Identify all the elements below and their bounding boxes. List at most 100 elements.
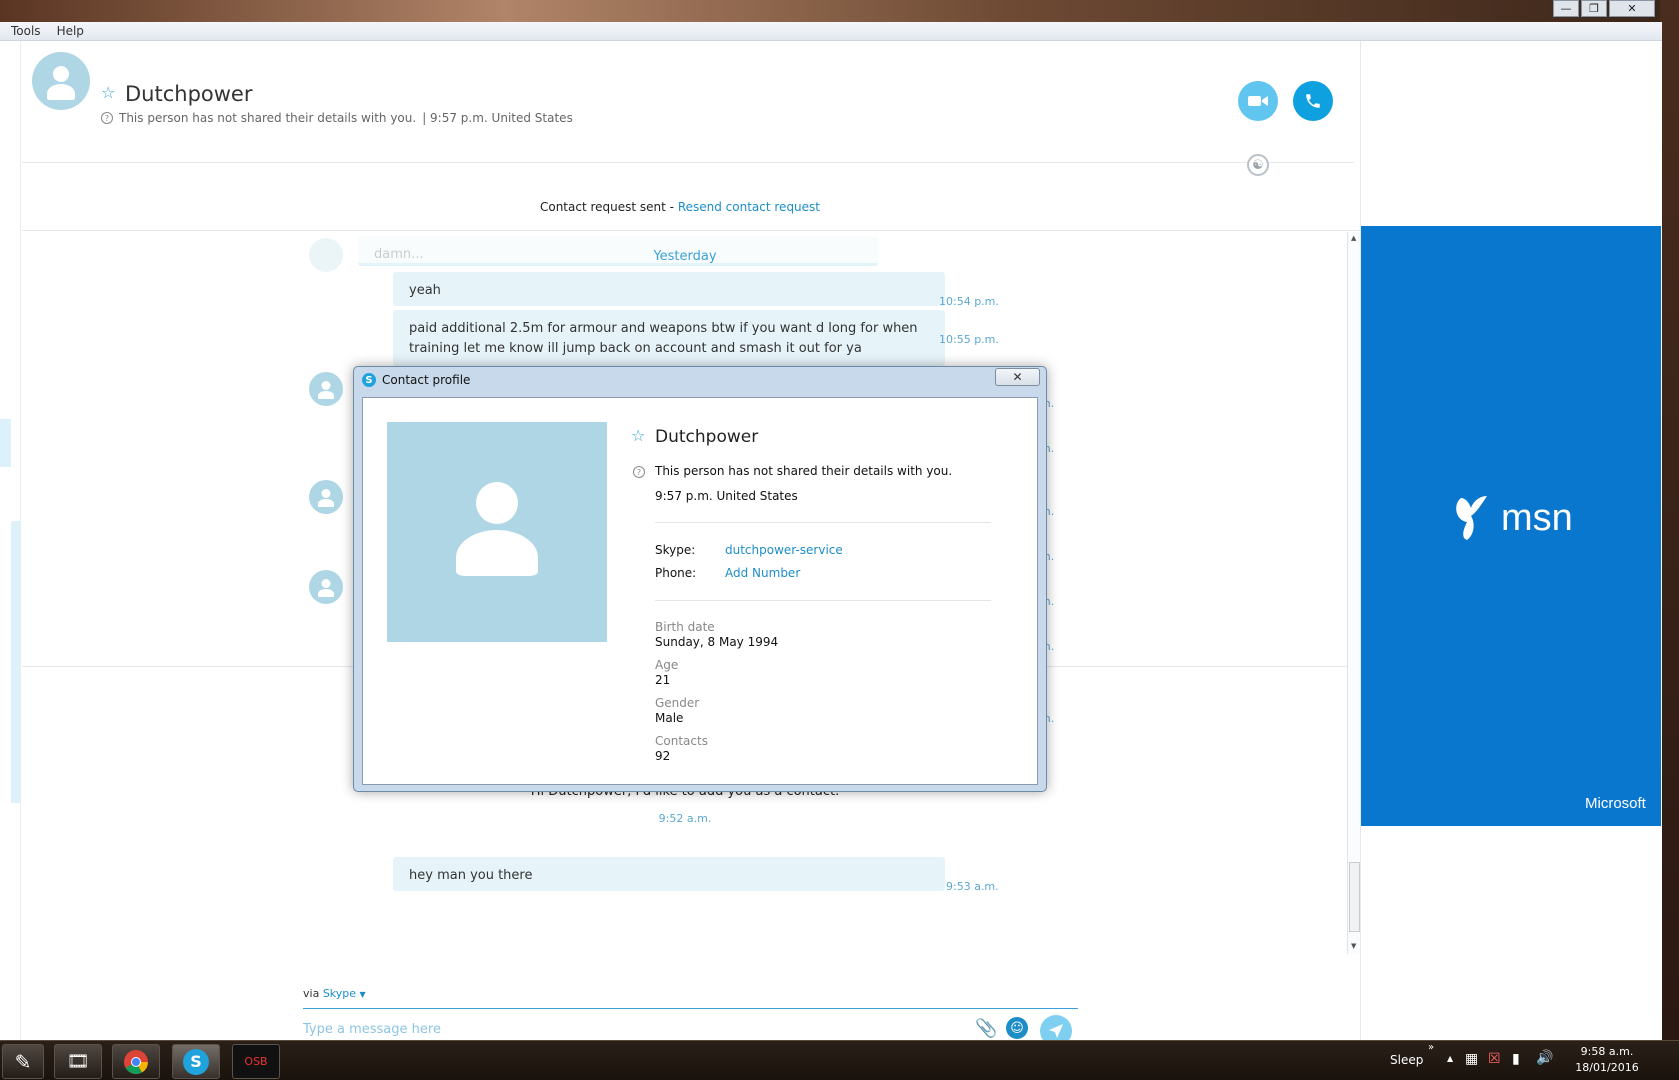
message-avatar[interactable] [309,570,343,604]
contact-avatar[interactable] [32,52,90,110]
emoticon-icon[interactable]: ☺ [1006,1017,1028,1039]
add-number-link[interactable]: Add Number [725,566,800,580]
desktop-background-right [1660,0,1679,1040]
message-input[interactable]: Type a message here [303,1022,441,1037]
msn-wordmark: msn [1501,496,1573,539]
power-icon[interactable]: ▮ [1512,1051,1520,1067]
via-service[interactable]: Skype [323,987,356,1000]
birth-date-label: Birth date [655,620,715,634]
media-icon: 🎞 [66,1051,90,1072]
dialog-body: ☆ Dutchpower ? This person has not share… [362,397,1038,785]
profile-name: Dutchpower [655,427,759,447]
close-window-button[interactable]: ✕ [1609,0,1655,17]
chrome-icon [124,1049,148,1074]
taskbar: ✎ 🎞 S OSB Sleep » ▲ ▦ ☒ ▮ 🔊 9:58 a.m. 18… [0,1040,1679,1080]
send-via-selector[interactable]: via Skype ▼ [303,987,366,1000]
section-divider [655,600,991,601]
restore-button[interactable]: ❐ [1581,0,1607,17]
age-value: 21 [655,673,671,687]
via-label: via [303,987,323,1000]
contact-name[interactable]: Dutchpower [125,82,252,106]
taskbar-app-chrome[interactable] [112,1044,160,1079]
scroll-thumb[interactable] [1349,862,1360,932]
attach-icon[interactable]: 📎 [975,1018,997,1039]
sidebar-scroll-highlight [11,521,20,803]
network-icon[interactable]: ☒ [1488,1051,1501,1067]
scroll-up-arrow[interactable]: ▲ [1351,234,1356,242]
section-divider [655,522,991,523]
dialog-title: Contact profile [382,373,471,387]
start-icon: ✎ [14,1049,32,1074]
star-icon[interactable]: ☆ [631,426,645,445]
age-label: Age [655,658,679,672]
person-icon [387,422,607,642]
menu-bar: Tools Help [0,22,1662,41]
contact-status: This person has not shared their details… [119,111,417,125]
volume-icon[interactable]: 🔊 [1536,1050,1553,1066]
chat-scrollbar[interactable]: ▲ ▼ [1347,232,1360,954]
compose-divider [303,1008,1078,1009]
contacts-value: 92 [655,749,671,763]
skype-icon: S [362,373,376,387]
sleep-label[interactable]: Sleep [1390,1053,1423,1067]
skype-icon: S [183,1048,209,1075]
resend-request-link[interactable]: Resend contact request [678,200,820,214]
window-controls: — ❐ ✕ [1553,0,1655,18]
taskbar-app-skype[interactable]: S [172,1044,220,1079]
desktop-background-top: — ❐ ✕ [0,0,1679,22]
minimize-button[interactable]: — [1553,0,1579,17]
message-avatar[interactable] [309,372,343,406]
birth-date-value: Sunday, 8 May 1994 [655,635,779,649]
clock-date: 18/01/2016 [1575,1061,1639,1074]
chevron-down-icon: ▼ [359,990,366,999]
message-bubble[interactable]: hey man you there [393,857,945,891]
taskbar-app-osb[interactable]: OSB [232,1044,280,1079]
skype-id-link[interactable]: dutchpower-service [725,543,843,557]
msn-logo: msn [1453,494,1573,542]
tray-expand-icon[interactable]: ▲ [1447,1054,1453,1063]
message-time: 9:53 a.m. [946,880,999,893]
scroll-down-arrow[interactable]: ▼ [1351,942,1356,950]
globe-icon[interactable]: ☯ [1247,154,1269,176]
request-time: 9:52 a.m. [658,812,712,825]
header-divider [22,162,1354,163]
selected-contact-marker [0,419,11,467]
msn-advertisement[interactable]: msn Microsoft [1361,226,1661,826]
dialog-close-button[interactable]: ✕ [995,368,1040,386]
menu-help[interactable]: Help [57,24,84,38]
message-bubble[interactable]: paid additional 2.5m for armour and weap… [393,310,945,366]
phone-label: Phone: [655,566,697,580]
video-call-button[interactable] [1238,81,1278,121]
contact-status-line: ? This person has not shared their detai… [101,111,573,125]
taskbar-app-media[interactable]: 🎞 [54,1044,102,1079]
conversation-header: ☆ Dutchpower ? This person has not share… [22,41,1360,163]
butterfly-icon [1456,496,1487,540]
banner-divider [22,230,1360,231]
contact-request-banner: Contact request sent - Resend contact re… [0,200,1360,214]
clock-time: 9:58 a.m. [1580,1045,1634,1058]
video-call-icon [1248,96,1268,106]
send-icon [1049,1024,1063,1038]
message-text: paid additional 2.5m for armour and weap… [409,321,918,356]
dialog-titlebar[interactable]: S Contact profile [362,373,470,387]
person-icon [32,52,90,110]
profile-status: This person has not shared their details… [655,464,953,478]
start-button[interactable]: ✎ [2,1044,44,1079]
profile-picture [387,422,607,642]
contacts-sidebar-edge[interactable] [0,41,21,1040]
menu-tools[interactable]: Tools [11,24,41,38]
message-avatar[interactable] [309,480,343,514]
message-bubble[interactable]: yeah [393,272,945,306]
system-clock[interactable]: 9:58 a.m. 18/01/2016 [1567,1044,1647,1076]
toolbar-expand-icon[interactable]: » [1428,1042,1434,1053]
star-icon[interactable]: ☆ [101,83,115,102]
contact-local-time: | 9:57 p.m. United States [422,111,573,125]
gender-value: Male [655,711,684,725]
day-separator: Yesterday [653,249,717,264]
osb-label: OSB [244,1055,268,1068]
skype-label: Skype: [655,543,696,557]
action-center-icon[interactable]: ▦ [1465,1051,1478,1067]
help-icon: ? [633,466,645,478]
voice-call-button[interactable] [1293,81,1333,121]
help-icon: ? [101,112,113,124]
